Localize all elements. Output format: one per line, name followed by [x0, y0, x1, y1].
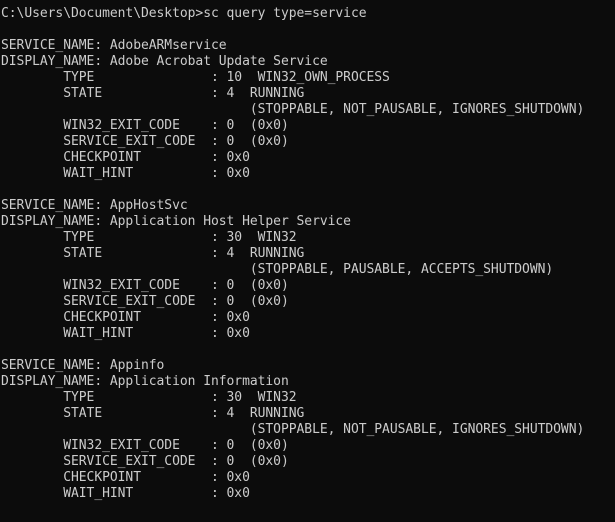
console-line: TYPE : 10 WIN32_OWN_PROCESS [1, 70, 390, 85]
console-output[interactable]: C:\Users\Document\Desktop>sc query type=… [0, 6, 615, 502]
console-line: SERVICE_NAME: Appinfo [1, 358, 165, 373]
console-line: (STOPPABLE, NOT_PAUSABLE, IGNORES_SHUTDO… [1, 102, 585, 117]
prompt-line: C:\Users\Document\Desktop>sc query type=… [1, 6, 367, 21]
console-line: STATE : 4 RUNNING [1, 86, 305, 101]
console-line: SERVICE_NAME: AdobeARMservice [1, 38, 227, 53]
console-line: DISPLAY_NAME: Application Information [1, 374, 289, 389]
console-line: TYPE : 30 WIN32 [1, 230, 297, 245]
console-line: TYPE : 30 WIN32 [1, 390, 297, 405]
console-line: WAIT_HINT : 0x0 [1, 326, 250, 341]
console-line: CHECKPOINT : 0x0 [1, 310, 250, 325]
console-line: STATE : 4 RUNNING [1, 406, 305, 421]
console-line: DISPLAY_NAME: Adobe Acrobat Update Servi… [1, 54, 328, 69]
console-line: WIN32_EXIT_CODE : 0 (0x0) [1, 278, 289, 293]
console-line: CHECKPOINT : 0x0 [1, 150, 250, 165]
console-line: SERVICE_EXIT_CODE : 0 (0x0) [1, 294, 289, 309]
console-line: STATE : 4 RUNNING [1, 246, 305, 261]
console-line: DISPLAY_NAME: Application Host Helper Se… [1, 214, 351, 229]
console-line: (STOPPABLE, NOT_PAUSABLE, IGNORES_SHUTDO… [1, 422, 585, 437]
terminal-window[interactable]: C:\Users\Document\Desktop>sc query type=… [0, 0, 615, 522]
console-line: SERVICE_EXIT_CODE : 0 (0x0) [1, 134, 289, 149]
console-line: WAIT_HINT : 0x0 [1, 166, 250, 181]
console-line: SERVICE_EXIT_CODE : 0 (0x0) [1, 454, 289, 469]
console-line: SERVICE_NAME: AppHostSvc [1, 198, 188, 213]
console-line: CHECKPOINT : 0x0 [1, 470, 250, 485]
console-line: WIN32_EXIT_CODE : 0 (0x0) [1, 118, 289, 133]
console-line: WIN32_EXIT_CODE : 0 (0x0) [1, 438, 289, 453]
console-line: WAIT_HINT : 0x0 [1, 486, 250, 501]
console-line: (STOPPABLE, PAUSABLE, ACCEPTS_SHUTDOWN) [1, 262, 554, 277]
